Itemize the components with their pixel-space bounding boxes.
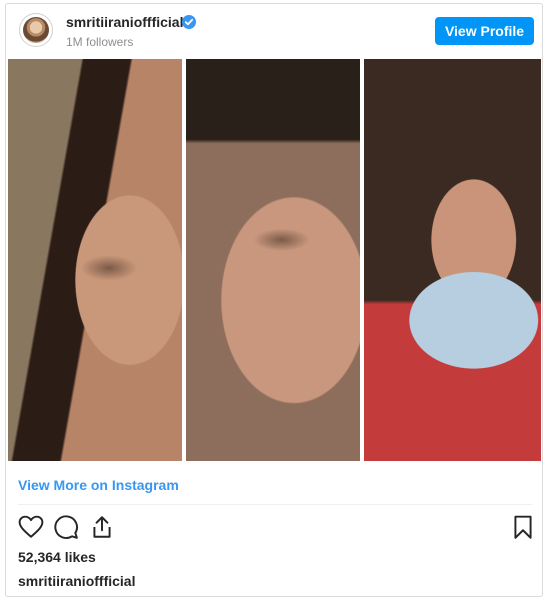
post-image[interactable] — [7, 59, 541, 461]
username[interactable]: smritiiranioffficial — [66, 14, 183, 30]
avatar-image — [23, 17, 49, 43]
caption-username[interactable]: smritiiranioffficial — [18, 573, 135, 589]
photo-panel-right — [364, 59, 541, 461]
divider — [18, 504, 532, 505]
comment-icon[interactable] — [53, 514, 79, 540]
bookmark-icon[interactable] — [510, 514, 536, 540]
view-profile-button[interactable]: View Profile — [435, 17, 534, 45]
instagram-embed-card: smritiiranioffficial 1M followers View P… — [5, 3, 543, 597]
share-icon[interactable] — [89, 514, 115, 540]
photo-panel-center — [186, 59, 360, 461]
avatar[interactable] — [19, 13, 53, 47]
likes-count: 52,364 likes — [18, 549, 96, 565]
post-header: smritiiranioffficial 1M followers View P… — [6, 4, 542, 58]
heart-icon[interactable] — [18, 514, 44, 540]
verified-badge-icon — [182, 15, 196, 29]
followers-count: 1M followers — [66, 35, 134, 49]
photo-panel-left — [8, 59, 182, 461]
view-more-link[interactable]: View More on Instagram — [18, 477, 179, 493]
